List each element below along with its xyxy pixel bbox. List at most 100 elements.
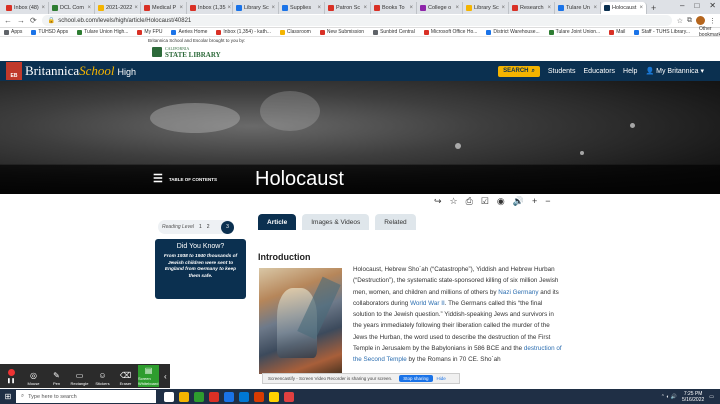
bookmark-item[interactable]: Tulare Union High... xyxy=(77,29,128,35)
tab-article[interactable]: Article xyxy=(258,214,297,230)
close-tab-icon[interactable]: × xyxy=(317,5,321,11)
collapse-toolbar-icon[interactable]: ‹ xyxy=(164,372,167,381)
bookmark-item[interactable]: Microsoft Office Ho... xyxy=(423,29,477,35)
taskbar-app-icon[interactable] xyxy=(254,391,264,402)
stop-sharing-button[interactable]: Stop sharing xyxy=(399,375,433,382)
search-button[interactable]: SEARCH ⌕ xyxy=(498,65,540,77)
translate-icon[interactable]: ◉ xyxy=(497,196,505,207)
browser-tab[interactable]: Tulare Un × xyxy=(555,2,601,14)
recorder-tool-rectangle[interactable]: ▭ Rectangle xyxy=(69,365,90,387)
bookmark-item[interactable]: Staff - TUHS Library... xyxy=(634,29,690,35)
bookmark-item[interactable]: Aeries Home xyxy=(171,29,207,35)
forward-icon[interactable]: → xyxy=(17,16,25,25)
hide-banner-button[interactable]: Hide xyxy=(437,376,446,381)
nav-students[interactable]: Students xyxy=(548,68,576,75)
pause-icon[interactable]: ❚❚ xyxy=(7,378,15,384)
browser-menu-icon[interactable]: ⋮ xyxy=(709,17,716,25)
state-library-logo[interactable]: CALIFORNIA STATE LIBRARY xyxy=(152,45,221,59)
browser-tab[interactable]: Holocaust × xyxy=(601,2,647,14)
font-increase-icon[interactable]: + xyxy=(532,196,537,207)
bookmark-item[interactable]: Tulare Joint Union... xyxy=(548,29,600,35)
read-aloud-icon[interactable]: 🔊 xyxy=(513,196,524,207)
bookmark-item[interactable]: My FPU xyxy=(137,29,162,35)
favorite-icon[interactable]: ☆ xyxy=(450,196,458,207)
font-decrease-icon[interactable]: − xyxy=(545,196,550,207)
close-tab-icon[interactable]: × xyxy=(228,5,232,11)
cite-icon[interactable]: ☑ xyxy=(481,196,489,207)
taskbar-app-icon[interactable] xyxy=(164,391,174,402)
reading-level-2[interactable]: 2 xyxy=(207,224,210,230)
close-tab-icon[interactable]: × xyxy=(409,5,413,11)
windows-start-icon[interactable]: ⊞ xyxy=(0,389,16,404)
link-world-war-ii[interactable]: World War II xyxy=(410,300,445,307)
bookmark-item[interactable]: Classroom xyxy=(279,29,311,35)
recorder-tool-screen-whiteboard[interactable]: ▤ Screen Whiteboard xyxy=(138,365,159,387)
reading-level-1[interactable]: 1 xyxy=(199,224,202,230)
browser-tab[interactable]: College o × xyxy=(417,2,463,14)
close-window-icon[interactable]: ✕ xyxy=(709,1,716,10)
taskbar-app-icon[interactable] xyxy=(224,391,234,402)
taskbar-app-icon[interactable] xyxy=(209,391,219,402)
close-tab-icon[interactable]: × xyxy=(547,5,551,11)
browser-tab[interactable]: Supplies × xyxy=(279,2,325,14)
browser-tab[interactable]: 2021-2022 × xyxy=(95,2,141,14)
extensions-icon[interactable]: ⧉ xyxy=(687,17,692,25)
minimize-icon[interactable]: – xyxy=(680,1,684,10)
close-tab-icon[interactable]: × xyxy=(271,5,275,11)
close-tab-icon[interactable]: × xyxy=(455,5,459,11)
reading-level-3[interactable]: 3 xyxy=(221,220,234,234)
notification-icon[interactable]: ▭ xyxy=(709,394,714,400)
recorder-tool-stickers[interactable]: ☺ Stickers xyxy=(92,365,113,387)
nav-educators[interactable]: Educators xyxy=(584,68,616,75)
bookmark-item[interactable]: Mail xyxy=(609,29,625,35)
browser-tab[interactable]: Patron Sc × xyxy=(325,2,371,14)
new-tab-button[interactable]: + xyxy=(647,2,660,14)
bookmark-item[interactable]: Inbox (1,354) - kath... xyxy=(216,29,271,35)
browser-tab[interactable]: Inbox (48) × xyxy=(3,2,49,14)
clock[interactable]: 7:25 PM 5/16/2022 xyxy=(682,391,704,403)
britannica-logo[interactable]: EB BritannicaSchool High xyxy=(6,61,136,81)
bookmark-item[interactable]: New Submission xyxy=(319,29,364,35)
recorder-tool-mouse[interactable]: ◎ Mouse xyxy=(23,365,44,387)
close-tab-icon[interactable]: × xyxy=(593,5,597,11)
back-icon[interactable]: ← xyxy=(4,16,12,25)
bookmark-item[interactable]: Sunbird Central xyxy=(373,29,415,35)
taskbar-app-icon[interactable] xyxy=(284,391,294,402)
browser-tab[interactable]: Research × xyxy=(509,2,555,14)
taskbar-app-icon[interactable] xyxy=(239,391,249,402)
browser-tab[interactable]: Inbox (1,35 × xyxy=(187,2,233,14)
close-tab-icon[interactable]: × xyxy=(363,5,367,11)
tab-images-videos[interactable]: Images & Videos xyxy=(302,214,370,230)
recorder-tool-eraser[interactable]: ⌫ Eraser xyxy=(115,365,136,387)
nav-help[interactable]: Help xyxy=(623,68,637,75)
share-icon[interactable]: ↪ xyxy=(434,196,442,207)
browser-tab[interactable]: DCL Com × xyxy=(49,2,95,14)
recorder-tool-pen[interactable]: ✎ Pen xyxy=(46,365,67,387)
print-icon[interactable]: ⎙ xyxy=(466,196,473,207)
browser-tab[interactable]: Library Sc × xyxy=(463,2,509,14)
browser-tab[interactable]: Medical P × xyxy=(141,2,187,14)
reload-icon[interactable]: ⟳ xyxy=(30,16,37,25)
profile-avatar[interactable] xyxy=(696,16,705,25)
record-icon[interactable] xyxy=(7,368,15,376)
bookmark-item[interactable]: District Warehouse... xyxy=(486,29,540,35)
taskbar-search[interactable]: ⌕ Type here to search xyxy=(16,390,156,403)
close-tab-icon[interactable]: × xyxy=(501,5,505,11)
table-of-contents-button[interactable]: ☰ TABLE OF CONTENTS xyxy=(153,174,217,185)
link-nazi-germany[interactable]: Nazi Germany xyxy=(498,289,538,296)
close-tab-icon[interactable]: × xyxy=(179,5,183,11)
browser-tab[interactable]: Library Sc × xyxy=(233,2,279,14)
close-tab-icon[interactable]: × xyxy=(41,5,45,11)
bookmark-star-icon[interactable]: ☆ xyxy=(677,17,683,25)
url-field[interactable]: 🔒 school.eb.com/levels/high/article/Holo… xyxy=(41,15,672,26)
my-britannica-menu[interactable]: 👤 My Britannica ▾ xyxy=(645,67,704,75)
taskbar-app-icon[interactable] xyxy=(194,391,204,402)
article-image[interactable] xyxy=(259,268,342,374)
browser-tab[interactable]: Books To × xyxy=(371,2,417,14)
bookmark-item[interactable]: Apps xyxy=(4,29,22,35)
tray-icons[interactable]: ⌃ ◐ 🔊 xyxy=(661,394,677,400)
taskbar-app-icon[interactable] xyxy=(269,391,279,402)
close-tab-icon[interactable]: × xyxy=(639,5,643,11)
maximize-icon[interactable]: □ xyxy=(694,1,699,10)
close-tab-icon[interactable]: × xyxy=(134,5,138,11)
